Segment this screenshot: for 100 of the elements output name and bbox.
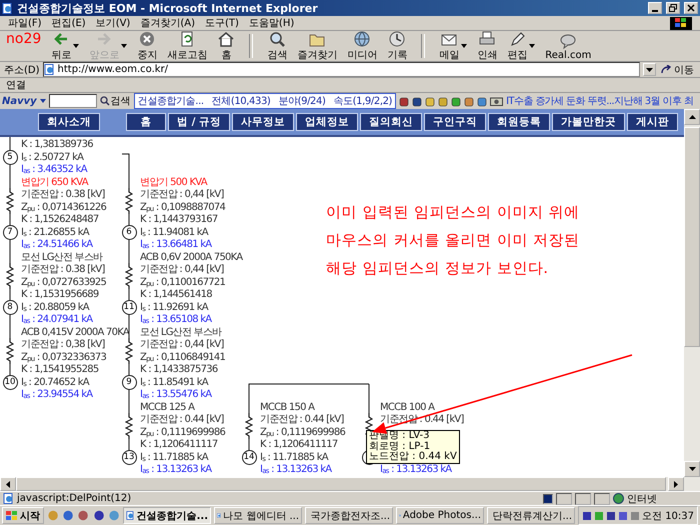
node-marker[interactable]: 10 <box>2 374 18 390</box>
toolbar-button[interactable]: 기록 <box>383 30 412 62</box>
menu-item[interactable]: 편집(E) <box>52 16 86 30</box>
impedance-value: Z$_{pu}$ : 0,0727633925 <box>21 276 106 290</box>
taskbar-button[interactable]: 국가종합전자조... <box>305 507 394 524</box>
quick-launch-icon[interactable] <box>92 509 105 522</box>
menu-item[interactable]: 도움말(H) <box>248 16 294 30</box>
scroll-thumb[interactable] <box>684 127 700 347</box>
node-marker[interactable]: 14 <box>242 450 256 464</box>
taskbar-button[interactable]: Adobe Photos... <box>396 507 484 524</box>
vertical-scrollbar[interactable] <box>684 109 700 477</box>
toolbar-icon[interactable] <box>438 96 448 106</box>
toolbar-button[interactable]: 새로고침 <box>163 30 212 62</box>
toolbar-button[interactable]: 미디어 <box>343 30 382 62</box>
impedance-value: K : 1,1526248487 <box>21 213 98 226</box>
toolbar-button[interactable]: 인쇄 <box>473 30 502 62</box>
scroll-right-button[interactable] <box>668 477 684 491</box>
node-marker[interactable]: 9 <box>122 374 136 390</box>
toolbar-icon[interactable] <box>451 96 462 106</box>
taskbar-button[interactable]: 나모 웹에디터 ... <box>214 507 302 524</box>
short-circuit-current: I$_{s}$ : 20.88059 kA <box>21 300 89 314</box>
search-button[interactable]: 검색 <box>100 94 131 108</box>
quick-launch-icon[interactable] <box>77 509 90 522</box>
start-button[interactable]: 시작 <box>2 507 44 524</box>
news-link[interactable]: IT수출 증가세 둔화 뚜렷...지난해 3월 이후 최 <box>506 94 694 108</box>
toolbar-button[interactable]: 즐겨찾기 <box>293 30 342 62</box>
toolbar-icon[interactable] <box>399 96 410 106</box>
node-marker[interactable]: 13 <box>122 450 136 464</box>
taskbar-button[interactable]: 건설종합기술... <box>123 507 212 524</box>
search-field[interactable] <box>48 94 97 108</box>
impedance-name: 변압기 650 KVA <box>21 176 88 188</box>
node-marker[interactable]: 11 <box>122 300 136 314</box>
toolbar-icon[interactable] <box>425 96 436 106</box>
impedance-name: 변압기 500 KVA <box>140 176 207 188</box>
impedance-value: 기준전압 : 0.38 [kV] <box>21 263 105 276</box>
impedance-value: Z$_{pu}$ : 0,0714361226 <box>21 200 106 214</box>
impedance-value: K : 1,1206411117 <box>260 438 338 451</box>
quick-launch-icon[interactable] <box>62 509 74 522</box>
nav-button[interactable]: 업체정보 <box>296 113 358 131</box>
tray-icon[interactable] <box>618 510 628 520</box>
nav-button[interactable]: 사무정보 <box>232 113 294 131</box>
taskbar-button[interactable]: 단락전류계산기... <box>487 507 576 524</box>
impedance-value: 기준전압 : 0,44 [kV] <box>140 188 224 201</box>
scroll-down-button[interactable] <box>684 461 700 477</box>
impedance-value: Z$_{pu}$ : 0,1100167721 <box>140 276 226 290</box>
menu-item[interactable]: 도구(T) <box>205 16 239 30</box>
caret-icon <box>40 99 46 103</box>
nav-button[interactable]: 홈 <box>126 113 166 131</box>
node-marker[interactable]: 7 <box>2 224 18 240</box>
node-marker[interactable]: 5 <box>2 150 18 164</box>
asymmetric-current: I$_{as}$ : 13.13263 kA <box>380 463 452 477</box>
close-button[interactable] <box>684 2 698 14</box>
status-text: javascript:DelPoint(12) <box>17 493 132 504</box>
toolbar-button[interactable]: 검색 <box>263 30 292 62</box>
short-circuit-current: I$_{s}$ : 11.94081 kA <box>140 226 208 239</box>
impedance-name: MCCB 150 A <box>260 400 314 414</box>
asymmetric-current: I$_{as}$ : 13.13263 kA <box>140 463 212 477</box>
toolbar-icon[interactable] <box>477 96 488 106</box>
scroll-left-button[interactable] <box>0 477 16 491</box>
toolbar-button[interactable]: 홈 <box>213 30 240 62</box>
restore-button[interactable] <box>666 2 680 14</box>
toolbar-button[interactable]: 중지 <box>133 30 162 62</box>
toolbar-button[interactable]: 편집 <box>503 30 540 62</box>
clock: 오전 10:37 <box>642 510 694 522</box>
tray-icon[interactable] <box>606 510 616 520</box>
address-field[interactable]: http://www.eom.co.kr/ <box>42 62 640 77</box>
nav-button[interactable]: 구인구직 <box>424 113 486 131</box>
dropdown-button[interactable] <box>643 63 656 76</box>
nav-button[interactable]: 질의회신 <box>360 113 422 131</box>
node-marker[interactable]: 8 <box>2 300 18 314</box>
short-circuit-current: I$_{s}$ : 21.26855 kA <box>21 226 89 239</box>
menu-item[interactable]: 파일(F) <box>8 16 42 30</box>
scroll-up-button[interactable] <box>684 109 700 125</box>
toolbar-button[interactable]: Real.com <box>541 32 596 60</box>
info-text: 분야(9/24) <box>278 95 326 108</box>
nav-button[interactable]: 게시판 <box>627 113 678 131</box>
toolbar-icon[interactable] <box>412 96 422 106</box>
impedance-value: 기준전압 : 0.38 [kV] <box>21 188 105 201</box>
navvy-menu[interactable]: Navvy <box>2 96 37 106</box>
toolbar-button[interactable]: 뒤로 <box>47 30 84 62</box>
short-circuit-current: I$_{s}$ : 11.85491 kA <box>140 376 208 389</box>
toolbar-icon[interactable] <box>464 96 474 106</box>
node-marker[interactable]: 6 <box>122 224 136 240</box>
toolbar-button[interactable]: 메일 <box>435 30 472 62</box>
info-text: 건설종합기술... <box>138 95 204 108</box>
nav-button[interactable]: 가볼만한곳 <box>552 113 626 131</box>
links-label[interactable]: 연결 <box>6 78 26 92</box>
window-title: 건설종합기술정보 EOM - Microsoft Internet Explorer <box>17 0 319 16</box>
minimize-button[interactable] <box>648 2 662 14</box>
info-text: 전체(10,433) <box>212 95 270 108</box>
tray-icon[interactable] <box>582 510 592 520</box>
nav-button[interactable]: 회사소개 <box>38 113 100 131</box>
menu-item[interactable]: 즐겨찾기(A) <box>140 16 195 30</box>
go-button[interactable]: 이동 <box>659 62 696 76</box>
pen-icon <box>508 30 526 48</box>
nav-button[interactable]: 법 / 규정 <box>168 113 230 131</box>
info-text: 속도(1,9/2,2) <box>333 95 392 108</box>
camera-icon[interactable] <box>490 96 504 106</box>
menu-item[interactable]: 보기(V) <box>96 16 130 30</box>
nav-button[interactable]: 회원등록 <box>488 113 550 131</box>
